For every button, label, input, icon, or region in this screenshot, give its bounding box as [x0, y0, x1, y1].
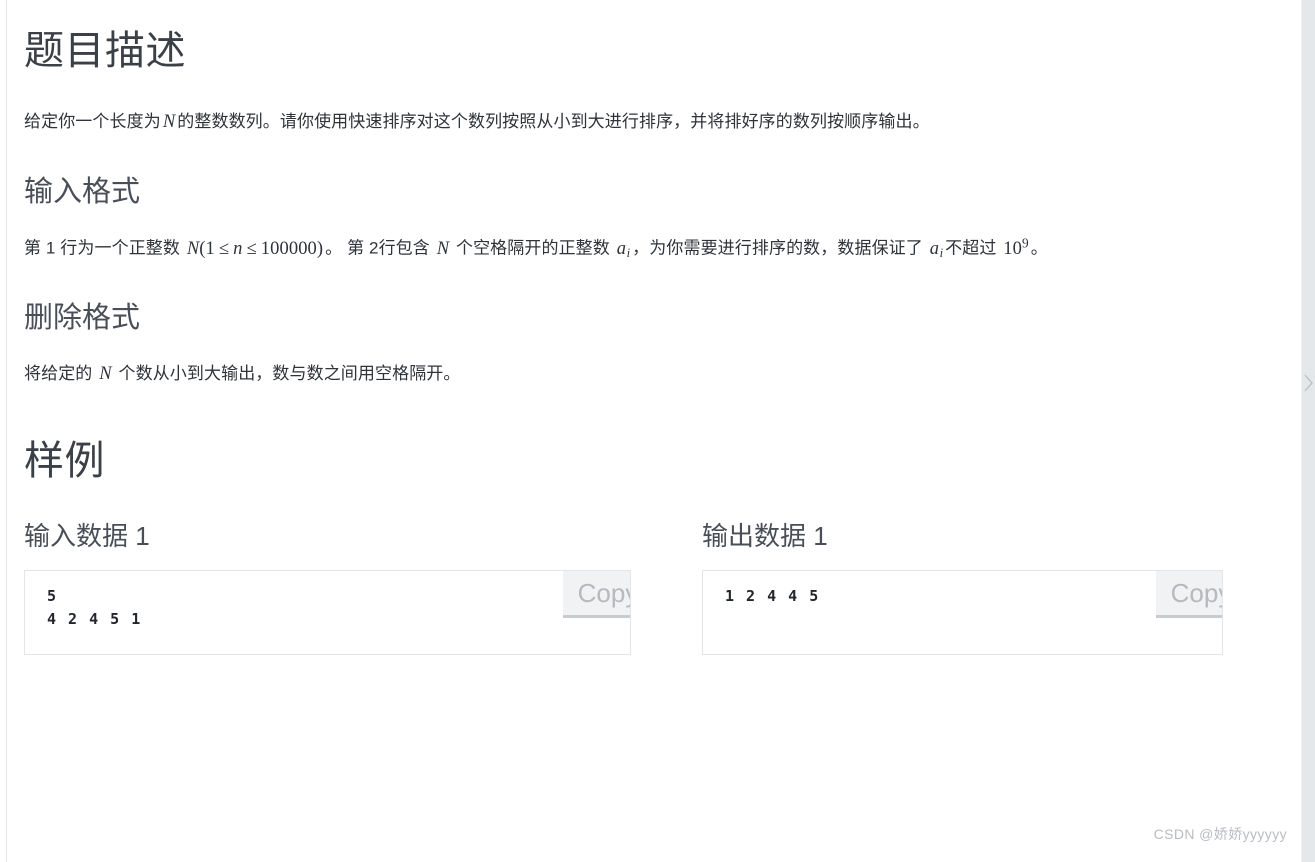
input-format-part-3: 个空格隔开的正整数 [451, 238, 615, 258]
section-heading-input-format: 输入格式 [24, 175, 141, 208]
sample-input-code: 5 4 2 4 5 1 [47, 586, 142, 628]
sample-output-column: 输出数据 1 1 2 4 4 5 Copy [652, 520, 1280, 655]
math-sub-i-2: i [939, 246, 944, 261]
math-n-inline: N [161, 112, 177, 132]
sample-output-code: 1 2 4 4 5 [725, 586, 820, 605]
math-paren-close: ) [316, 238, 324, 259]
output-format-text: 将给定的 N 个数从小到大输出，数与数之间用空格隔开。 [24, 358, 1280, 392]
input-format-part-5: 不超过 [945, 238, 1002, 258]
description-suffix: 的整数数列。请你使用快速排序对这个数列按照从小到大进行排序，并将排好序的数列按顺… [177, 112, 930, 131]
left-border-rule [6, 0, 7, 862]
sample-title: 样例 [24, 438, 105, 483]
sample-output-heading: 输出数据 1 [702, 520, 828, 551]
input-format-text: 第 1 行为一个正整数 N(1 ≤ n ≤100000)。 第 2行包含 N 个空格隔… [24, 231, 1280, 266]
sample-grid: 输入数据 1 5 4 2 4 5 1 Copy 输出数据 1 1 2 4 4 5… [24, 520, 1280, 655]
math-a-sub-i-2: ai [928, 238, 945, 261]
math-le-2: ≤ [246, 238, 257, 259]
sample-output-code-block: 1 2 4 4 5 Copy [702, 569, 1223, 655]
chevron-right-icon [1303, 372, 1314, 394]
problem-content: 题目描述 给定你一个长度为 N 的整数数列。请你使用快速排序对这个数列按照从小到大进… [24, 0, 1280, 655]
math-var-n-upper: N [186, 238, 200, 259]
math-one: 1 [205, 238, 215, 259]
math-a-sub-i-1: ai [615, 238, 632, 261]
input-format-part-6: 。 [1030, 238, 1048, 258]
description-prefix: 给定你一个长度为 [24, 112, 161, 131]
csdn-watermark: CSDN @娇娇yyyyyy [1153, 826, 1287, 842]
input-format-part-2: 。 第 2行包含 [325, 238, 435, 258]
sample-input-column: 输入数据 1 5 4 2 4 5 1 Copy [24, 520, 652, 655]
math-var-n-output: N [99, 364, 112, 385]
sample-input-code-block: 5 4 2 4 5 1 Copy [24, 569, 631, 655]
panel-collapse-handle[interactable] [1302, 360, 1315, 406]
math-ten: 10 [1003, 238, 1022, 259]
input-format-part-1: 第 1 行为一个正整数 [24, 238, 185, 258]
problem-description: 给定你一个长度为 N 的整数数列。请你使用快速排序对这个数列按照从小到大进行排序，并… [24, 106, 1280, 140]
copy-output-button[interactable]: Copy [1156, 570, 1222, 618]
math-le-1: ≤ [218, 238, 230, 259]
output-format-part-1: 将给定的 [24, 364, 98, 384]
math-n-count: N [435, 239, 451, 259]
math-var-a-1: a [616, 238, 627, 259]
math-n-output: N [97, 364, 113, 384]
right-side-panel [1302, 0, 1315, 862]
math-sup-nine: 9 [1022, 235, 1029, 251]
sample-input-heading: 输入数据 1 [24, 520, 150, 551]
page-title: 题目描述 [24, 29, 186, 73]
math-sub-i-1: i [626, 246, 631, 261]
output-format-part-2: 个数从小到大输出，数与数之间用空格隔开。 [113, 364, 461, 384]
math-ten-pow-nine: 109 [1001, 235, 1030, 259]
input-format-part-4: ，为你需要进行排序的数，数据保证了 [632, 238, 928, 258]
math-limit: 100000 [260, 238, 317, 259]
math-var-n-count: N [436, 238, 450, 259]
math-var-n-lower: n [233, 238, 243, 259]
math-var-a-2: a [929, 238, 940, 259]
copy-input-button[interactable]: Copy [563, 570, 630, 618]
math-n-range: N(1 ≤ n ≤100000) [185, 239, 325, 259]
math-var-n: N [162, 112, 176, 132]
section-heading-output-format: 删除格式 [24, 302, 141, 335]
page-root: 题目描述 给定你一个长度为 N 的整数数列。请你使用快速排序对这个数列按照从小到大进… [0, 0, 1315, 862]
